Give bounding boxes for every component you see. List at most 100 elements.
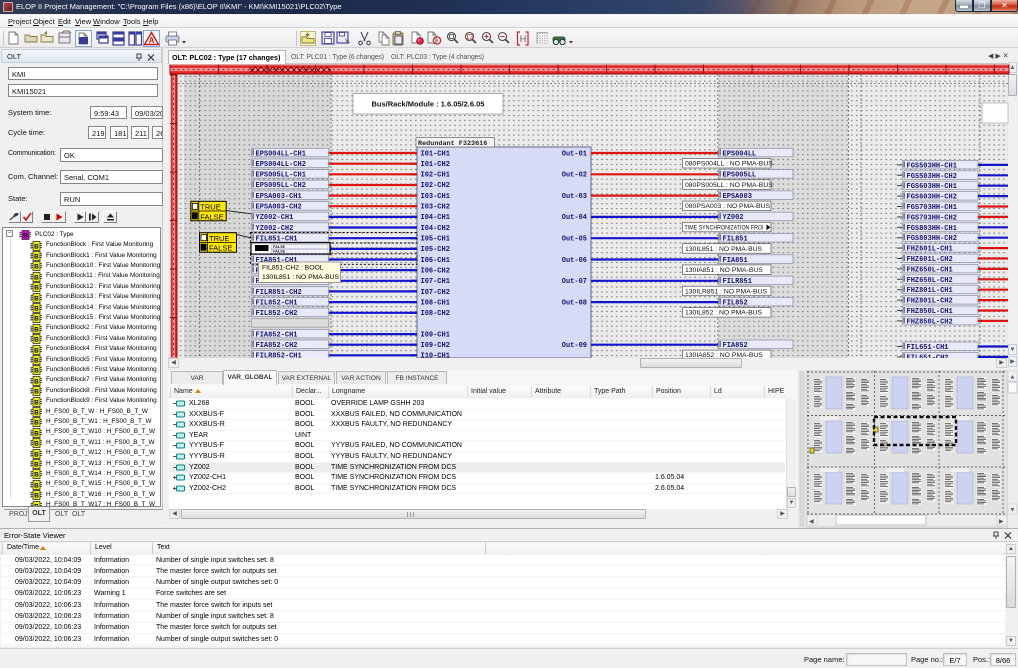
svg-text:FIL852: FIL852 — [723, 299, 748, 307]
svg-text:I03-CH2: I03-CH2 — [421, 204, 450, 212]
svg-text:I07-CH1: I07-CH1 — [421, 278, 450, 286]
svg-text:▲: ▲ — [1010, 375, 1016, 381]
svg-text:FALSE: FALSE — [209, 244, 232, 253]
svg-text:TRUE: TRUE — [200, 203, 220, 212]
svg-text:I07-CH2: I07-CH2 — [421, 289, 450, 297]
svg-text:B: B — [34, 264, 39, 271]
svg-text:FGS703HH-CH2: FGS703HH-CH2 — [907, 214, 957, 222]
svg-text:I04-CH2: I04-CH2 — [421, 225, 450, 233]
svg-text:Out-08: Out-08 — [562, 299, 587, 307]
svg-text:FGS503HH-CH2: FGS503HH-CH2 — [907, 173, 957, 181]
svg-text:FIL852-CH1: FIL852-CH1 — [256, 299, 298, 307]
svg-text:YZ002: YZ002 — [723, 214, 744, 222]
svg-text:I08-CH1: I08-CH1 — [421, 299, 450, 307]
svg-text:Out-03: Out-03 — [562, 193, 587, 201]
svg-text:Out-05: Out-05 — [562, 236, 587, 244]
svg-text:I01-CH1: I01-CH1 — [421, 150, 450, 158]
svg-text:B: B — [34, 295, 39, 302]
svg-text:▼: ▼ — [1010, 508, 1016, 514]
svg-text:FGS803HH-CH2: FGS803HH-CH2 — [907, 235, 957, 243]
svg-text:FHZ650L-CH1: FHZ650L-CH1 — [907, 266, 953, 274]
svg-text:B: B — [34, 451, 39, 458]
svg-text:Out-06: Out-06 — [562, 257, 587, 265]
svg-text:FGS503HH-CH1: FGS503HH-CH1 — [907, 162, 957, 170]
svg-text:B: B — [34, 482, 39, 489]
svg-text:EPS005LL-CH1: EPS005LL-CH1 — [256, 172, 306, 180]
svg-text:FILR851: FILR851 — [723, 278, 752, 286]
svg-text:B: B — [34, 337, 39, 344]
svg-text:Bus/Rack/Module : 1.6.05/2.6.0: Bus/Rack/Module : 1.6.05/2.6.05 — [372, 100, 485, 109]
svg-text:130IA851 : NO PMA-BUS: 130IA851 : NO PMA-BUS — [685, 267, 763, 274]
svg-text:FIA851: FIA851 — [723, 257, 748, 265]
svg-text:B: B — [34, 357, 39, 364]
svg-text:B: B — [34, 409, 39, 416]
svg-text:FGS803HH-CH1: FGS803HH-CH1 — [907, 225, 957, 233]
svg-text:130IL851 : NO PMA-BUS: 130IL851 : NO PMA-BUS — [685, 246, 763, 253]
svg-text:◀: ◀ — [809, 519, 814, 525]
svg-text:I02-CH2: I02-CH2 — [421, 182, 450, 190]
svg-text:B: B — [34, 253, 39, 260]
svg-text:FALSE: FALSE — [200, 212, 223, 221]
svg-text:I06-CH2: I06-CH2 — [421, 267, 450, 275]
svg-text:I09-CH2: I09-CH2 — [421, 342, 450, 350]
svg-text:EPSA003: EPSA003 — [723, 193, 752, 201]
svg-text:EPS004LL-CH2: EPS004LL-CH2 — [256, 161, 306, 169]
svg-text:Out-04: Out-04 — [562, 214, 587, 222]
svg-text:B: B — [34, 461, 39, 468]
svg-text:FGS703HH-CH1: FGS703HH-CH1 — [907, 204, 957, 212]
svg-text:FHZ601L-CH2: FHZ601L-CH2 — [907, 256, 953, 264]
svg-text:EPSA003-CH2: EPSA003-CH2 — [256, 204, 302, 212]
svg-text:B: B — [34, 305, 39, 312]
svg-text:FIL651-CH1: FIL651-CH1 — [907, 344, 949, 352]
svg-text:B: B — [34, 472, 39, 479]
svg-text:Out-02: Out-02 — [562, 172, 587, 180]
svg-text:130IA852 : NO PMA-BUS: 130IA852 : NO PMA-BUS — [685, 352, 763, 357]
svg-text:I05-CH2: I05-CH2 — [421, 246, 450, 254]
svg-text:FIA852-CH1: FIA852-CH1 — [256, 331, 298, 339]
svg-text:130ILR851 : NO PMA-BUS: 130ILR851 : NO PMA-BUS — [685, 288, 767, 295]
svg-text:FALSE: FALSE — [273, 246, 286, 250]
svg-text:080PS004LL : NO PMA-BUS: 080PS004LL : NO PMA-BUS — [685, 161, 773, 168]
svg-text:I03-CH1: I03-CH1 — [421, 193, 450, 201]
svg-text:FHZ801L-CH1: FHZ801L-CH1 — [907, 287, 953, 295]
svg-text:Out-07: Out-07 — [562, 278, 587, 286]
svg-text:I02-CH1: I02-CH1 — [421, 172, 450, 180]
svg-text:B: B — [34, 430, 39, 437]
svg-text:FIA852: FIA852 — [723, 342, 748, 350]
svg-text:YZ002-CH1: YZ002-CH1 — [256, 214, 294, 222]
svg-text:B: B — [34, 420, 39, 427]
svg-text:Out-09: Out-09 — [562, 342, 587, 350]
svg-text:FILR852-CH1: FILR852-CH1 — [256, 353, 302, 358]
svg-text:EPSA003-CH1: EPSA003-CH1 — [256, 193, 302, 201]
svg-text:B: B — [23, 232, 28, 239]
svg-text:FHZ601L-CH1: FHZ601L-CH1 — [907, 246, 953, 254]
svg-text:EPS004LL: EPS004LL — [723, 150, 757, 158]
svg-text:A: A — [149, 36, 155, 45]
svg-text:▶: ▶ — [999, 519, 1004, 525]
svg-text:B: B — [34, 368, 39, 375]
svg-text:I05-CH1: I05-CH1 — [421, 236, 450, 244]
svg-text:FIL851-CH2 : BOOL: FIL851-CH2 : BOOL — [262, 265, 324, 272]
svg-text:FIL851: FIL851 — [723, 236, 748, 244]
svg-text:080PSA003 : NO PMA-BUS: 080PSA003 : NO PMA-BUS — [685, 203, 770, 210]
svg-text:B: B — [34, 285, 39, 292]
svg-text:I09-CH1: I09-CH1 — [421, 331, 450, 339]
svg-text:B: B — [34, 378, 39, 385]
svg-text:B: B — [34, 441, 39, 448]
svg-text:FHZ801L-CH2: FHZ801L-CH2 — [907, 298, 953, 306]
svg-text:EPS004LL-CH1: EPS004LL-CH1 — [256, 150, 306, 158]
svg-text:B: B — [34, 274, 39, 281]
svg-text:Redundant F323616: Redundant F323616 — [418, 140, 487, 148]
svg-text:FHZ850L-CH2: FHZ850L-CH2 — [907, 318, 953, 326]
svg-text:Out-01: Out-01 — [562, 150, 587, 158]
svg-text:FGS603HH-CH2: FGS603HH-CH2 — [907, 194, 957, 202]
svg-text:B: B — [34, 493, 39, 500]
svg-text:B: B — [34, 347, 39, 354]
svg-text:EPS005LL: EPS005LL — [723, 172, 757, 180]
svg-text:080PS005LL : NO PMA-BUS: 080PS005LL : NO PMA-BUS — [685, 182, 773, 189]
svg-text:FIA852-CH2: FIA852-CH2 — [256, 342, 298, 350]
svg-text:FHZ850L-CH1: FHZ850L-CH1 — [907, 308, 953, 316]
svg-text:FHZ650L-CH2: FHZ650L-CH2 — [907, 277, 953, 285]
svg-text:130IL851 : NO PMA-BUS: 130IL851 : NO PMA-BUS — [262, 274, 340, 281]
svg-text:FIL651-CH2: FIL651-CH2 — [907, 354, 949, 357]
